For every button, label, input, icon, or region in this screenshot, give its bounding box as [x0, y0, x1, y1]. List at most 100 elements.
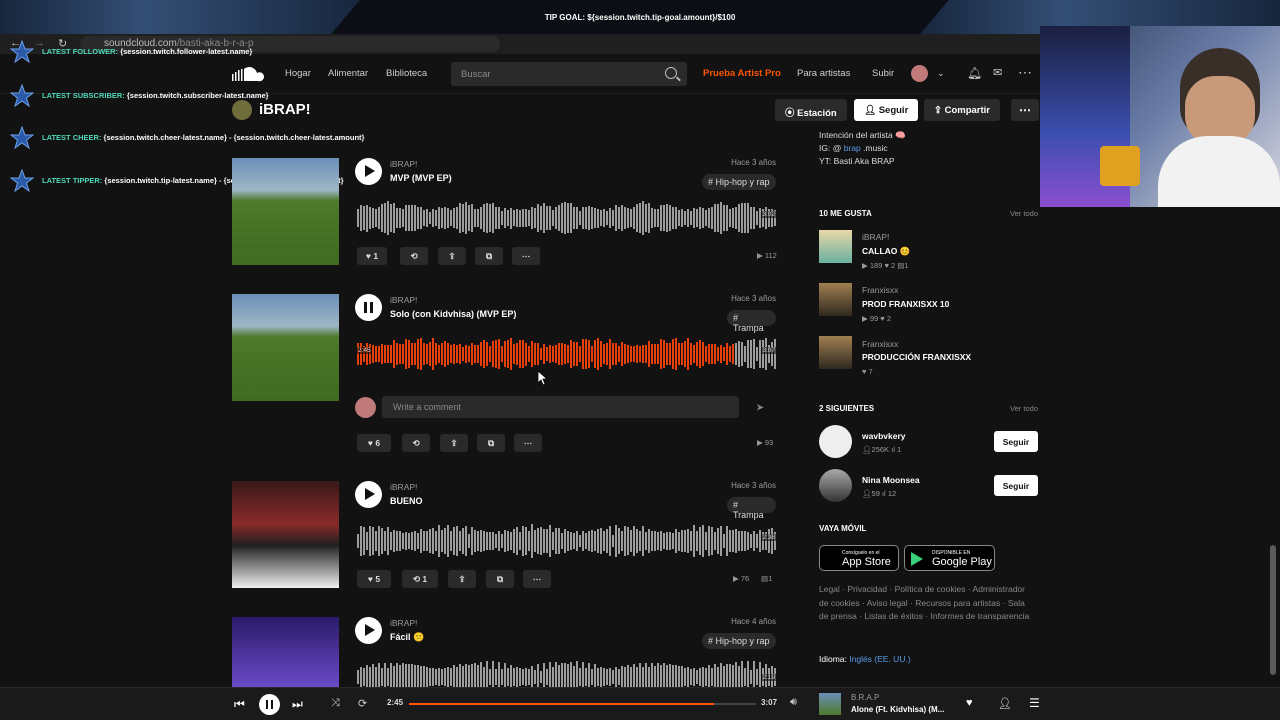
track-artist[interactable]: iBRAP! [390, 295, 417, 305]
track-artist[interactable]: iBRAP! [390, 618, 417, 628]
liked-track-title[interactable]: CALLAO 😊 [862, 246, 910, 257]
pause-button[interactable] [355, 294, 382, 321]
nav-library[interactable]: Biblioteca [386, 68, 427, 79]
shuffle-icon[interactable]: ⤨ [331, 697, 340, 710]
liked-track-title[interactable]: PRODUCCIÓN FRANXISXX [862, 352, 971, 362]
track-artwork[interactable] [232, 294, 339, 401]
liked-track-artwork[interactable] [819, 230, 852, 263]
now-playing-artist[interactable]: B.R.A.P [851, 693, 879, 702]
legal-links[interactable]: Legal · Privacidad · Política de cookies… [819, 583, 1034, 624]
track-title[interactable]: BUENO [390, 496, 423, 506]
stat-likes: 2 [891, 261, 896, 270]
repeat-icon[interactable]: ⟳ [358, 697, 367, 710]
artist-pro-link[interactable]: Prueba Artist Pro [703, 68, 781, 79]
chevron-down-icon[interactable]: ⌄ [937, 68, 945, 79]
repost-button[interactable]: ⟲ [400, 247, 428, 265]
copy-link-button[interactable]: ⧉ [477, 434, 505, 452]
liked-track-artwork[interactable] [819, 336, 852, 369]
like-button[interactable]: ♥ 1 [357, 247, 387, 265]
genre-tag[interactable]: # Hip-hop y rap [702, 174, 776, 190]
next-track-icon[interactable]: ⏭ [292, 697, 303, 712]
genre-tag[interactable]: # Trampa [727, 497, 776, 520]
waveform-bar [723, 205, 725, 231]
following-avatar[interactable] [819, 425, 852, 458]
queue-list-icon[interactable]: ☰ [1029, 696, 1040, 710]
now-playing-title[interactable]: Alone (Ft. Kidvhisa) (M... [851, 705, 944, 714]
share-button[interactable]: ⇪ Compartir [924, 99, 1001, 121]
nav-home[interactable]: Hogar [285, 68, 311, 79]
google-play-badge[interactable]: DISPONIBLE EN Google Play [904, 545, 995, 571]
liked-track-artist[interactable]: iBRAP! [862, 232, 889, 242]
copy-link-button[interactable]: ⧉ [475, 247, 503, 265]
waveform[interactable]: 3:02 [357, 198, 776, 238]
upload-link[interactable]: Subir [872, 68, 894, 79]
track-more-button[interactable]: ⋯ [523, 570, 551, 588]
share-track-button[interactable]: ⇪ [438, 247, 466, 265]
liked-track-artist[interactable]: Franxisxx [862, 339, 898, 349]
track-artwork[interactable] [232, 158, 339, 265]
language-link[interactable]: Inglés (EE. UU.) [849, 654, 910, 664]
following-name[interactable]: wavbvkery [862, 431, 905, 441]
artist-avatar[interactable] [232, 100, 252, 120]
comment-input[interactable]: Write a comment [382, 396, 739, 418]
play-button[interactable] [355, 481, 382, 508]
genre-tag[interactable]: # Trampa [727, 310, 776, 333]
bio-ig-link[interactable]: brap [844, 143, 861, 153]
liked-track-artwork[interactable] [819, 283, 852, 316]
track-artwork[interactable] [232, 617, 339, 687]
copy-link-button[interactable]: ⧉ [486, 570, 514, 588]
track-title[interactable]: Fácil 😕 [390, 632, 424, 643]
share-track-button[interactable]: ⇪ [448, 570, 476, 588]
track-title[interactable]: MVP (MVP EP) [390, 173, 452, 183]
send-comment-button[interactable]: ➤ [746, 398, 774, 416]
now-playing-artwork[interactable] [819, 693, 841, 715]
nav-feed[interactable]: Alimentar [328, 68, 368, 79]
like-heart-icon[interactable]: ♥ [966, 697, 973, 709]
app-store-badge[interactable]: Consíguelo en el App Store [819, 545, 899, 571]
following-avatar[interactable] [819, 469, 852, 502]
more-menu-icon[interactable]: ⋯ [1018, 64, 1032, 81]
previous-track-icon[interactable]: ⏮ [234, 697, 245, 712]
track-artwork[interactable] [232, 481, 339, 588]
player-pause-button[interactable] [259, 694, 280, 715]
following-name[interactable]: Nina Moonsea [862, 475, 920, 485]
liked-track-artist[interactable]: Franxisxx [862, 285, 898, 295]
search-input[interactable]: Buscar [451, 62, 687, 86]
track-artist[interactable]: iBRAP! [390, 159, 417, 169]
soundcloud-logo-icon[interactable] [232, 66, 266, 82]
likes-view-all[interactable]: Ver todo [990, 209, 1038, 218]
share-track-button[interactable]: ⇪ [440, 434, 468, 452]
waveform[interactable]: 2:38 [357, 521, 776, 561]
following-view-all[interactable]: Ver todo [990, 404, 1038, 413]
search-icon[interactable] [665, 67, 677, 79]
page-scrollbar[interactable] [1270, 545, 1276, 675]
play-button[interactable] [355, 158, 382, 185]
genre-tag[interactable]: # Hip-hop y rap [702, 633, 776, 649]
follow-button[interactable]: 👤︎ Seguir [854, 99, 919, 121]
volume-icon[interactable]: 🔊︎ [790, 696, 797, 709]
for-artists-link[interactable]: Para artistas [797, 68, 850, 79]
track-more-button[interactable]: ⋯ [512, 247, 540, 265]
follow-user-button[interactable]: Seguir [994, 475, 1038, 496]
more-options-button[interactable]: ⋯ [1011, 99, 1039, 121]
like-button[interactable]: ♥ 6 [357, 434, 391, 452]
language-row: Idioma: Inglés (EE. UU.) [819, 654, 911, 664]
player-progress-bar[interactable] [409, 703, 756, 705]
follow-user-button[interactable]: Seguir [994, 431, 1038, 452]
messages-envelope-icon[interactable]: ✉ [993, 66, 1002, 79]
follow-user-icon[interactable]: 👤︎ [998, 697, 1012, 710]
track-more-button[interactable]: ⋯ [514, 434, 542, 452]
waveform-bar [381, 344, 383, 364]
track-artist[interactable]: iBRAP! [390, 482, 417, 492]
notifications-bell-icon[interactable]: 🔔︎ [967, 66, 982, 80]
like-button[interactable]: ♥ 5 [357, 570, 391, 588]
play-button[interactable] [355, 617, 382, 644]
waveform[interactable]: 2:19 [357, 657, 776, 687]
track-title[interactable]: Solo (con Kidvhisa) (MVP EP) [390, 309, 516, 319]
repost-button[interactable]: ⟲ [402, 434, 430, 452]
waveform[interactable]: 2:45 3:07 [357, 334, 776, 374]
liked-track-title[interactable]: PROD FRANXISXX 10 [862, 299, 949, 309]
station-button[interactable]: ⦿ Estación [775, 99, 847, 121]
user-avatar[interactable] [911, 65, 928, 82]
repost-button[interactable]: ⟲ 1 [402, 570, 438, 588]
